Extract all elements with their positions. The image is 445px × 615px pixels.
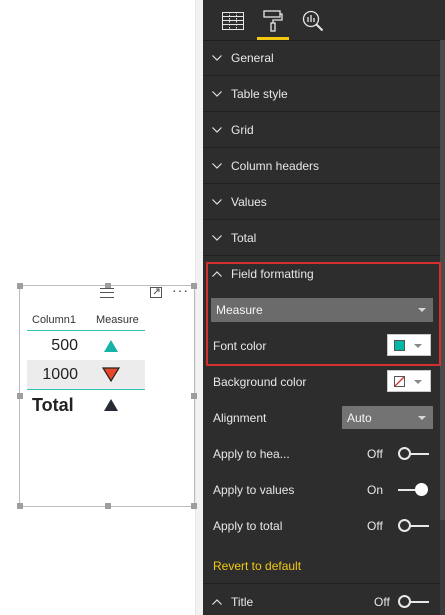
column-header[interactable]: Measure (90, 314, 139, 326)
table-total-row: Total (27, 389, 145, 420)
chevron-down-icon (203, 126, 231, 133)
resize-handle[interactable] (105, 503, 111, 509)
apply-to-total-state: Off (367, 519, 383, 533)
chevron-down-icon (414, 344, 422, 348)
apply-to-values-label: Apply to values (213, 483, 295, 497)
title-toggle-state: Off (374, 595, 390, 609)
background-color-label: Background color (213, 375, 307, 389)
resize-handle[interactable] (191, 283, 197, 289)
section-label: Field formatting (231, 267, 314, 281)
font-color-picker[interactable] (387, 334, 431, 356)
table-header-row: Column1 Measure (27, 310, 145, 331)
more-options-icon[interactable]: ··· (172, 282, 189, 298)
pane-toolbar (203, 0, 445, 41)
apply-to-headers-label: Apply to hea... (213, 447, 290, 461)
toggle-knob (398, 519, 411, 532)
section-values[interactable]: Values (203, 184, 440, 220)
alignment-value: Auto (347, 410, 372, 425)
table-row: 1000 (27, 360, 145, 389)
total-label: Total (32, 394, 74, 415)
chevron-up-icon (203, 598, 231, 605)
section-label: Title (231, 594, 254, 609)
section-field-formatting[interactable]: Field formatting (203, 256, 440, 292)
toggle-knob (398, 595, 411, 608)
chevron-down-icon (418, 415, 426, 420)
column-header[interactable]: Column1 (27, 314, 90, 326)
analytics-icon[interactable] (299, 7, 327, 35)
chevron-down-icon (203, 234, 231, 241)
focus-mode-icon[interactable] (150, 287, 162, 298)
title-toggle[interactable] (398, 595, 430, 609)
toggle-knob (415, 483, 428, 496)
section-label: Values (231, 194, 267, 209)
chevron-down-icon (203, 90, 231, 97)
down-triangle-red-icon (86, 367, 136, 382)
section-label: Total (231, 230, 257, 245)
resize-handle[interactable] (17, 393, 23, 399)
resize-handle[interactable] (191, 393, 197, 399)
section-label: Table style (231, 86, 288, 101)
color-swatch (394, 340, 405, 351)
up-triangle-dark-icon (86, 399, 136, 411)
apply-to-total-toggle[interactable] (398, 519, 430, 533)
field-select-value: Measure (216, 303, 263, 317)
up-triangle-teal-icon (86, 339, 136, 352)
section-label: Grid (231, 122, 254, 137)
alignment-dropdown[interactable]: Auto (342, 406, 433, 429)
alignment-label: Alignment (213, 411, 267, 425)
apply-to-headers-state: Off (367, 447, 383, 461)
visualizations-format-pane: General Table style Grid Column headers … (203, 0, 445, 615)
section-column-headers[interactable]: Column headers (203, 148, 440, 184)
table-cell-value: 500 (51, 336, 78, 354)
fields-icon[interactable] (219, 7, 247, 35)
font-color-label: Font color (213, 339, 267, 353)
chevron-down-icon (203, 198, 231, 205)
chevron-down-icon (203, 54, 231, 61)
section-label: Column headers (231, 158, 320, 173)
toggle-track (410, 453, 429, 455)
no-color-swatch-icon (394, 376, 405, 387)
table-row: 500 (27, 331, 145, 360)
toggle-track (410, 525, 429, 527)
revert-to-default-link[interactable]: Revert to default (213, 559, 301, 573)
resize-handle[interactable] (191, 503, 197, 509)
field-select-dropdown[interactable]: Measure (211, 298, 433, 322)
apply-to-values-state: On (367, 483, 384, 497)
chevron-down-icon (418, 308, 426, 312)
resize-handle[interactable] (17, 283, 23, 289)
section-total[interactable]: Total (203, 220, 440, 256)
section-grid[interactable]: Grid (203, 112, 440, 148)
apply-to-total-label: Apply to total (213, 519, 283, 533)
apply-to-headers-toggle[interactable] (398, 447, 430, 461)
apply-to-values-toggle[interactable] (398, 483, 430, 497)
chevron-down-icon (414, 380, 422, 384)
background-color-picker[interactable] (387, 370, 431, 392)
section-label: General (231, 50, 274, 65)
resize-handle[interactable] (17, 503, 23, 509)
toggle-track (410, 601, 429, 603)
chevron-up-icon (203, 271, 231, 277)
table-visual[interactable]: ··· Column1 Measure 500 1000 Total (17, 282, 197, 509)
table-grid: Column1 Measure 500 1000 Total (27, 310, 145, 420)
table-cell-value: 1000 (42, 365, 78, 383)
section-general[interactable]: General (203, 40, 440, 76)
toggle-knob (398, 447, 411, 460)
paint-roller-icon[interactable] (257, 7, 289, 40)
drag-handle-icon[interactable] (100, 288, 114, 298)
chevron-down-icon (203, 162, 231, 169)
section-table-style[interactable]: Table style (203, 76, 440, 112)
